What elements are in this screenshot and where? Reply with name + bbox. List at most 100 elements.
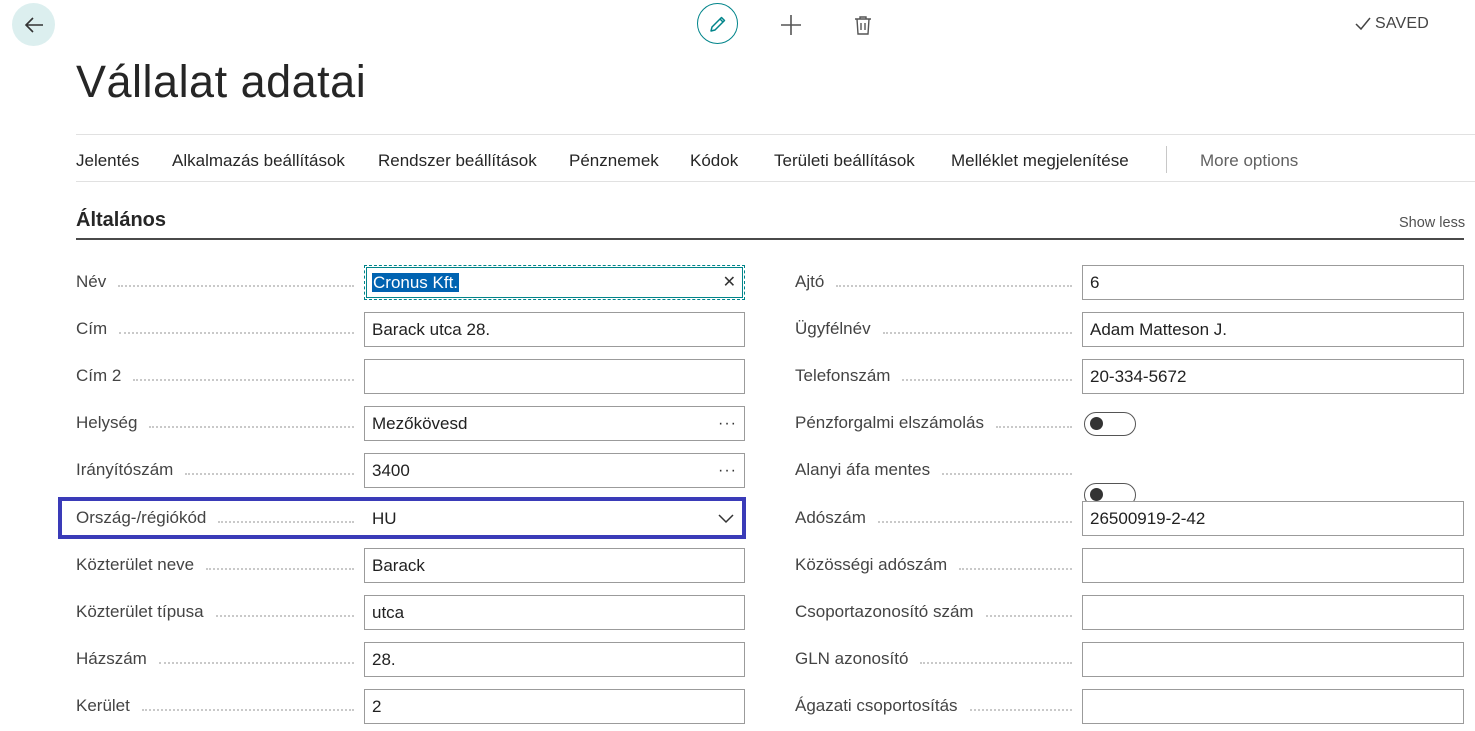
field-label-district: Kerület [76, 689, 364, 723]
field-label-gln: GLN azonosító [795, 642, 1082, 676]
leader-dots [158, 662, 354, 664]
field-label-eu-vat-number: Közösségi adószám [795, 548, 1082, 582]
customer-name-value: Adam Matteson J. [1090, 320, 1228, 339]
leader-dots [969, 709, 1072, 711]
street-name-input[interactable]: Barack [364, 548, 745, 583]
label-text: Cím 2 [76, 366, 122, 385]
leader-dots [149, 426, 354, 428]
checkmark-icon [1355, 17, 1371, 31]
action-regional-settings[interactable]: Területi beállítások [774, 151, 915, 171]
saved-label: SAVED [1375, 15, 1430, 32]
new-button[interactable] [776, 10, 806, 40]
phone-value: 20-334-5672 [1090, 367, 1187, 386]
field-label-customer-name: Ügyfélnév [795, 312, 1082, 346]
show-less-link[interactable]: Show less [1399, 215, 1465, 231]
tax-number-input[interactable]: 26500919-2-42 [1082, 501, 1464, 536]
highlight-box [58, 497, 746, 539]
label-text: Ügyfélnév [795, 319, 871, 338]
leader-dots [118, 285, 354, 287]
door-value: 6 [1090, 273, 1100, 292]
field-label-house-number: Házszám [76, 642, 364, 676]
group-id-input[interactable] [1082, 595, 1464, 630]
leader-dots [215, 615, 354, 617]
house-number-value: 28. [372, 650, 396, 669]
label-text: Ajtó [795, 272, 825, 291]
toggle-knob [1090, 417, 1103, 430]
leader-dots [942, 473, 1072, 475]
action-report[interactable]: Jelentés [76, 151, 139, 171]
gln-input[interactable] [1082, 642, 1464, 677]
address-value: Barack utca 28. [372, 320, 491, 339]
page-title: Vállalat adatai [76, 56, 367, 107]
name-value: Cronus Kft. [372, 266, 723, 299]
action-application-settings[interactable]: Alkalmazás beállítások [172, 151, 345, 171]
label-text: Kerület [76, 696, 130, 715]
city-input[interactable]: Mezőkövesd ··· [364, 406, 745, 441]
label-text: Közterület neve [76, 555, 195, 574]
pencil-icon [709, 16, 725, 32]
field-label-door: Ajtó [795, 265, 1082, 299]
label-text: Adószám [795, 508, 866, 527]
leader-dots [902, 379, 1072, 381]
label-text: GLN azonosító [795, 649, 909, 668]
district-input[interactable]: 2 [364, 689, 745, 724]
label-text: Ágazati csoportosítás [795, 696, 958, 715]
field-label-city: Helység [76, 406, 364, 440]
label-text: Helység [76, 413, 138, 432]
field-label-industry-classification: Ágazati csoportosítás [795, 689, 1082, 723]
leader-dots [959, 568, 1072, 570]
trash-icon [855, 16, 871, 35]
postcode-value: 3400 [372, 461, 410, 480]
field-label-address: Cím [76, 312, 364, 346]
industry-classification-input[interactable] [1082, 689, 1464, 724]
edit-button[interactable] [697, 3, 738, 44]
action-codes[interactable]: Kódok [690, 151, 738, 171]
house-number-input[interactable]: 28. [364, 642, 745, 677]
field-label-cash-accounting: Pénzforgalmi elszámolás [795, 406, 1082, 440]
clear-icon[interactable]: ✕ [723, 266, 737, 299]
delete-button[interactable] [848, 10, 878, 40]
leader-dots [836, 285, 1072, 287]
ellipsis-icon[interactable]: ··· [718, 454, 737, 487]
saved-status: SAVED [1354, 15, 1429, 33]
customer-name-input[interactable]: Adam Matteson J. [1082, 312, 1464, 347]
leader-dots [882, 332, 1072, 334]
tax-number-value: 26500919-2-42 [1090, 509, 1206, 528]
field-label-vat-exempt: Alanyi áfa mentes [795, 453, 1082, 487]
back-button[interactable] [12, 3, 55, 46]
leader-dots [133, 379, 354, 381]
eu-vat-number-input[interactable] [1082, 548, 1464, 583]
action-show-attachment[interactable]: Melléklet megjelenítése [951, 151, 1129, 171]
ellipsis-icon[interactable]: ··· [718, 407, 737, 440]
section-divider [76, 238, 1464, 240]
cash-accounting-toggle[interactable] [1084, 412, 1136, 436]
name-input[interactable]: Cronus Kft. ✕ [364, 265, 745, 300]
field-label-postcode: Irányítószám [76, 453, 364, 487]
address-2-input[interactable] [364, 359, 745, 394]
label-text: Név [76, 272, 107, 291]
leader-dots [985, 615, 1072, 617]
toggle-knob [1090, 488, 1103, 501]
field-label-name: Név [76, 265, 364, 299]
back-arrow-icon [24, 16, 43, 33]
label-text: Telefonszám [795, 366, 891, 385]
label-text: Közterület típusa [76, 602, 204, 621]
field-label-address-2: Cím 2 [76, 359, 364, 393]
leader-dots [141, 709, 354, 711]
street-type-value: utca [372, 603, 405, 622]
leader-dots [119, 332, 354, 334]
phone-input[interactable]: 20-334-5672 [1082, 359, 1464, 394]
label-text: Közösségi adószám [795, 555, 948, 574]
section-title: Általános [76, 209, 167, 231]
action-currencies[interactable]: Pénznemek [569, 151, 659, 171]
street-type-input[interactable]: utca [364, 595, 745, 630]
action-bar: Jelentés Alkalmazás beállítások Rendszer… [76, 134, 1475, 182]
postcode-input[interactable]: 3400 ··· [364, 453, 745, 488]
city-value: Mezőkövesd [372, 414, 468, 433]
address-input[interactable]: Barack utca 28. [364, 312, 745, 347]
more-options-button[interactable]: More options [1200, 151, 1298, 171]
action-system-settings[interactable]: Rendszer beállítások [378, 151, 537, 171]
label-text: Irányítószám [76, 460, 174, 479]
field-label-phone: Telefonszám [795, 359, 1082, 393]
door-input[interactable]: 6 [1082, 265, 1464, 300]
